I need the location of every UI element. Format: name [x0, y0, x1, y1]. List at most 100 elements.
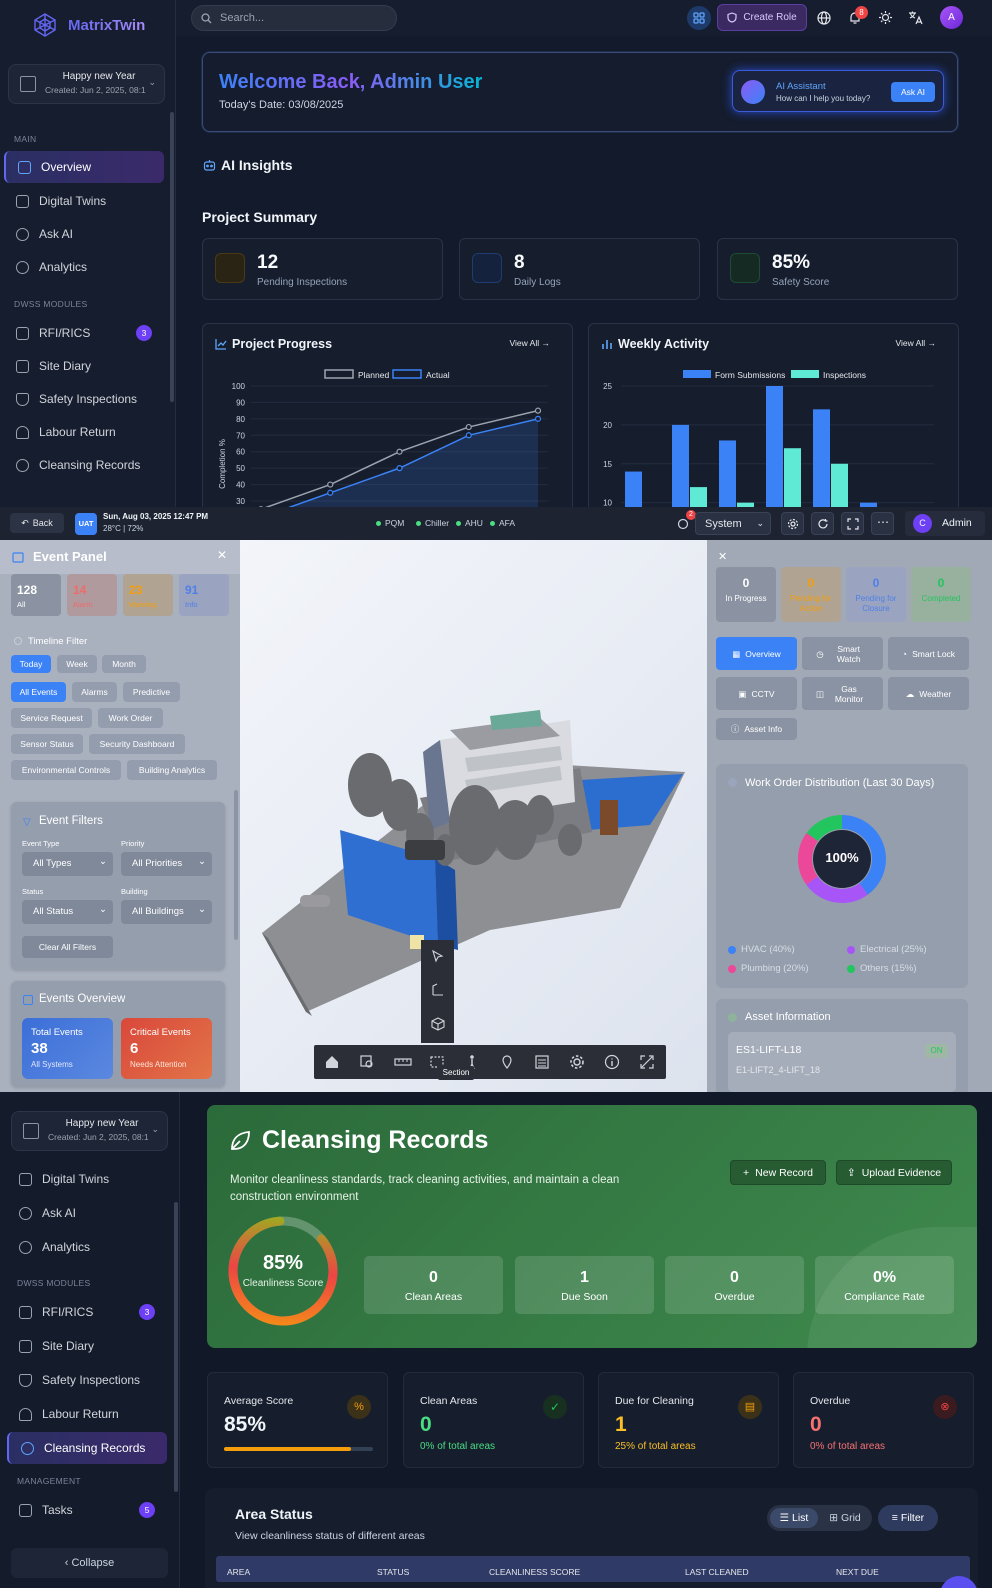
stat-info[interactable]: 91 Info	[179, 574, 229, 616]
system-status-chiller[interactable]: Chiller	[416, 518, 449, 528]
fullscreen-button[interactable]	[841, 512, 864, 535]
sidebar-item-labour[interactable]: Labour Return	[7, 1398, 167, 1430]
filter-environmental[interactable]: Environmental Controls	[11, 760, 121, 780]
project-selector[interactable]: Happy new Year Created: Jun 2, 2025, 08:…	[8, 64, 165, 104]
gear-icon[interactable]	[569, 1054, 585, 1070]
smart-lock-button[interactable]: ◔ Smart Lock	[888, 637, 969, 670]
filter-security-dashboard[interactable]: Security Dashboard	[89, 734, 185, 754]
weather-button[interactable]: ☁ Weather	[888, 677, 969, 710]
column-header-last-cleaned[interactable]: LAST CLEANED	[685, 1567, 749, 1577]
overview-button[interactable]: ▦ Overview	[716, 637, 797, 670]
sidebar-item-safety[interactable]: Safety Inspections	[4, 383, 164, 415]
timeline-today[interactable]: Today	[11, 655, 51, 673]
sidebar-scrollbar[interactable]	[174, 1202, 178, 1492]
column-header-score[interactable]: CLEANLINESS SCORE	[489, 1567, 580, 1577]
sidebar-item-site-diary[interactable]: Site Diary	[4, 350, 164, 382]
section-box-icon[interactable]	[431, 1017, 445, 1031]
translate-icon[interactable]	[908, 10, 923, 25]
sidebar-item-analytics[interactable]: Analytics	[4, 251, 164, 283]
sidebar-item-digital-twins[interactable]: Digital Twins	[7, 1163, 167, 1195]
close-icon[interactable]: ✕	[217, 548, 227, 562]
location-icon[interactable]	[499, 1054, 515, 1070]
back-button[interactable]: ↶ Back	[10, 513, 64, 533]
smart-watch-button[interactable]: ◷ Smart Watch	[802, 637, 883, 670]
sidebar-item-cleansing[interactable]: Cleansing Records	[7, 1432, 167, 1464]
system-select[interactable]: System ⌄	[695, 512, 771, 535]
model-browser-icon[interactable]	[534, 1054, 550, 1070]
sun-icon[interactable]	[878, 10, 893, 25]
sidebar-item-digital-twins[interactable]: Digital Twins	[4, 185, 164, 217]
event-panel-scrollbar[interactable]	[234, 790, 238, 940]
sidebar-item-overview[interactable]: Overview	[4, 151, 164, 183]
priority-select[interactable]: All Priorities ⌄	[121, 852, 212, 876]
sidebar-scrollbar[interactable]	[170, 112, 174, 402]
building-model[interactable]	[240, 540, 707, 1092]
building-select[interactable]: All Buildings ⌄	[121, 900, 212, 924]
wo-pending-action[interactable]: 0 Pending for Action	[781, 567, 841, 622]
info-icon[interactable]	[604, 1054, 620, 1070]
filter-all-events[interactable]: All Events	[11, 682, 66, 702]
list-view-button[interactable]: ☰ List	[770, 1508, 818, 1528]
stat-alarm[interactable]: 14 Alarm	[67, 574, 117, 616]
sidebar-item-analytics[interactable]: Analytics	[7, 1231, 167, 1263]
view-all-link[interactable]: View All →	[896, 338, 936, 348]
wo-pending-closure[interactable]: 0 Pending for Closure	[846, 567, 906, 622]
sidebar-item-tasks[interactable]: Tasks 5	[7, 1494, 167, 1526]
home-icon[interactable]	[324, 1054, 340, 1070]
sidebar-item-cleansing[interactable]: Cleansing Records	[4, 449, 164, 481]
more-button[interactable]: ⋯	[871, 512, 894, 535]
ai-insights-heading[interactable]: AI Insights	[221, 157, 293, 173]
status-select[interactable]: All Status ⌄	[22, 900, 113, 924]
filter-building-analytics[interactable]: Building Analytics	[127, 760, 217, 780]
filter-sensor-status[interactable]: Sensor Status	[11, 734, 83, 754]
filter-predictive[interactable]: Predictive	[123, 682, 180, 702]
asset-info-button[interactable]: ⓘ Asset Info	[716, 718, 797, 740]
sidebar-item-safety[interactable]: Safety Inspections	[7, 1364, 167, 1396]
filter-work-order[interactable]: Work Order	[98, 708, 163, 728]
cursor-icon[interactable]	[431, 949, 445, 963]
sidebar-item-ask-ai[interactable]: Ask AI	[7, 1197, 167, 1229]
column-header-status[interactable]: STATUS	[377, 1567, 409, 1577]
sidebar-item-rfi[interactable]: RFI/RICS 3	[4, 317, 164, 349]
settings-button[interactable]	[781, 512, 804, 535]
system-status-ahu[interactable]: AHU	[456, 518, 483, 528]
system-status-pqm[interactable]: PQM	[376, 518, 404, 528]
sidebar-item-ask-ai[interactable]: Ask AI	[4, 218, 164, 250]
user-menu[interactable]: C Admin	[905, 511, 985, 536]
stat-all[interactable]: 128 All	[11, 574, 61, 616]
cctv-button[interactable]: ▣ CCTV	[716, 677, 797, 710]
ask-ai-button[interactable]: Ask AI	[891, 82, 935, 102]
collapse-button[interactable]: ‹ Collapse	[11, 1548, 168, 1578]
section-plane-icon[interactable]	[431, 983, 445, 997]
filter-alarms[interactable]: Alarms	[72, 682, 117, 702]
measure-icon[interactable]	[394, 1054, 412, 1070]
alert-icon[interactable]	[677, 518, 689, 530]
new-record-button[interactable]: + New Record	[730, 1160, 826, 1185]
project-selector[interactable]: Happy new Year Created: Jun 2, 2025, 08:…	[11, 1111, 168, 1151]
column-header-area[interactable]: AREA	[227, 1567, 250, 1577]
wo-in-progress[interactable]: 0 In Progress	[716, 567, 776, 622]
wo-completed[interactable]: 0 Completed	[911, 567, 971, 622]
3d-viewport[interactable]: Section	[240, 540, 707, 1092]
sidebar-item-site-diary[interactable]: Site Diary	[7, 1330, 167, 1362]
globe-icon[interactable]	[817, 11, 831, 25]
system-status-afa[interactable]: AFA	[490, 518, 515, 528]
timeline-month[interactable]: Month	[102, 655, 146, 673]
column-header-next-due[interactable]: NEXT DUE	[836, 1567, 879, 1577]
stat-warning[interactable]: 23 Warning	[123, 574, 173, 616]
grid-view-button[interactable]: ⊞ Grid	[821, 1508, 869, 1528]
zoom-window-icon[interactable]	[359, 1054, 375, 1070]
close-icon[interactable]: ✕	[718, 550, 727, 563]
create-role-button[interactable]: Create Role	[717, 4, 807, 31]
sidebar-item-rfi[interactable]: RFI/RICS 3	[7, 1296, 167, 1328]
fullscreen-icon[interactable]	[639, 1054, 655, 1070]
asset-row[interactable]: ES1-LIFT-L18 ON E1-LIFT2_4-LIFT_18	[728, 1032, 956, 1092]
sidebar-item-labour[interactable]: Labour Return	[4, 416, 164, 448]
view-all-link[interactable]: View All →	[510, 338, 550, 348]
gas-monitor-button[interactable]: ◫ Gas Monitor	[802, 677, 883, 710]
upload-evidence-button[interactable]: ⇪ Upload Evidence	[836, 1160, 952, 1185]
filter-service-request[interactable]: Service Request	[11, 708, 92, 728]
timeline-week[interactable]: Week	[57, 655, 97, 673]
clear-filters-button[interactable]: Clear All Filters	[22, 936, 113, 958]
filter-button[interactable]: ≡ Filter	[878, 1505, 938, 1531]
